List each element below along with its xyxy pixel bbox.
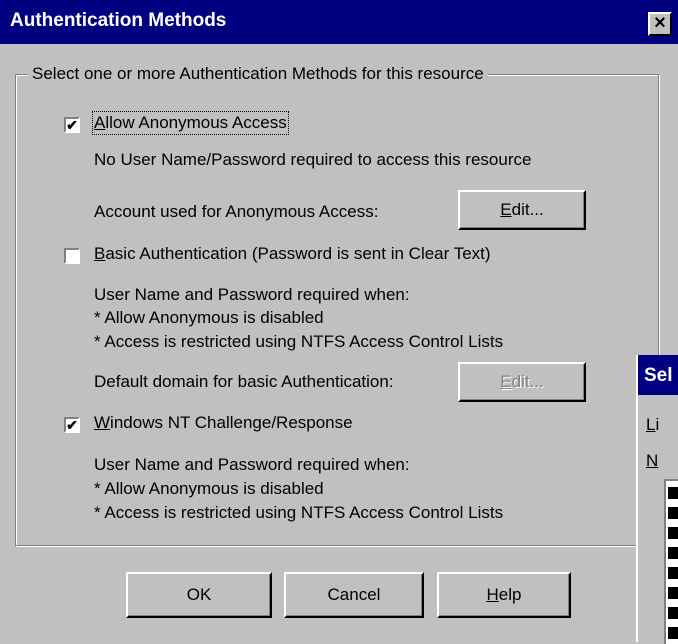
background-window-label-1-text: i (655, 415, 660, 434)
windows-nt-challenge-label-text: indows NT Challenge/Response (110, 413, 353, 432)
ntlm-requirement-line-1: User Name and Password required when: (94, 455, 410, 474)
list-item-icon (668, 547, 678, 559)
windows-nt-challenge-checkbox[interactable]: ✔ (64, 417, 80, 433)
close-button[interactable]: × (648, 12, 672, 36)
background-window-label-2-hotkey: N (646, 451, 659, 470)
ok-button[interactable]: OK (126, 572, 272, 618)
allow-anonymous-hotkey: A (94, 113, 106, 132)
anonymous-edit-label: dit... (511, 200, 544, 219)
ntlm-requirement-line-3: * Access is restricted using NTFS Access… (94, 503, 504, 522)
help-label: elp (498, 585, 522, 604)
list-item-icon (668, 567, 678, 579)
anonymous-edit-button[interactable]: Edit... (458, 190, 586, 230)
basic-requirement-line-3: * Access is restricted using NTFS Access… (94, 332, 504, 351)
anonymous-account-label: Account used for Anonymous Access: (94, 202, 379, 221)
list-item-icon (668, 627, 678, 639)
basic-authentication-label-text: asic Authentication (Password is sent in… (105, 244, 491, 263)
basic-authentication-checkbox[interactable] (64, 248, 80, 264)
background-window-label-2: N (646, 451, 658, 471)
default-domain-edit-label: dit... (511, 372, 544, 391)
basic-authentication-hotkey: B (94, 244, 106, 263)
ntlm-requirement-line-2: * Allow Anonymous is disabled (94, 479, 324, 498)
cancel-button[interactable]: Cancel (284, 572, 424, 618)
help-hotkey: H (486, 585, 499, 604)
windows-nt-challenge-hotkey: W (94, 413, 111, 432)
authentication-methods-dialog: Authentication Methods × Select one or m… (0, 0, 678, 642)
allow-anonymous-checkbox[interactable]: ✔ (64, 117, 80, 133)
allow-anonymous-label-text: llow Anonymous Access (105, 113, 287, 132)
default-domain-edit-hotkey: E (500, 372, 512, 391)
list-item-icon (668, 487, 678, 499)
background-window-title-bar[interactable]: Sel (638, 355, 678, 395)
basic-requirement-line-1: User Name and Password required when: (94, 285, 410, 304)
list-item-icon (668, 507, 678, 519)
background-window-title: Sel (644, 365, 673, 386)
group-label: Select one or more Authentication Method… (28, 64, 488, 84)
help-button[interactable]: Help (437, 572, 571, 618)
anonymous-edit-hotkey: E (500, 200, 512, 219)
background-window-label-1: Li (646, 415, 659, 435)
anonymous-description: No User Name/Password required to access… (94, 150, 532, 169)
close-icon: × (654, 12, 666, 34)
background-select-window[interactable]: Sel Li N (636, 355, 678, 644)
dialog-title: Authentication Methods (10, 10, 227, 31)
title-bar[interactable]: Authentication Methods × (0, 0, 678, 44)
list-item-icon (668, 527, 678, 539)
background-window-list[interactable] (664, 479, 678, 644)
list-item-icon (668, 587, 678, 599)
allow-anonymous-label[interactable]: Allow Anonymous Access (92, 111, 289, 135)
basic-requirement-line-2: * Allow Anonymous is disabled (94, 308, 324, 327)
windows-nt-challenge-label[interactable]: Windows NT Challenge/Response (94, 413, 353, 433)
default-domain-label: Default domain for basic Authentication: (94, 372, 394, 391)
basic-authentication-label[interactable]: Basic Authentication (Password is sent i… (94, 244, 491, 264)
list-item-icon (668, 607, 678, 619)
default-domain-edit-button[interactable]: Edit... (458, 362, 586, 402)
